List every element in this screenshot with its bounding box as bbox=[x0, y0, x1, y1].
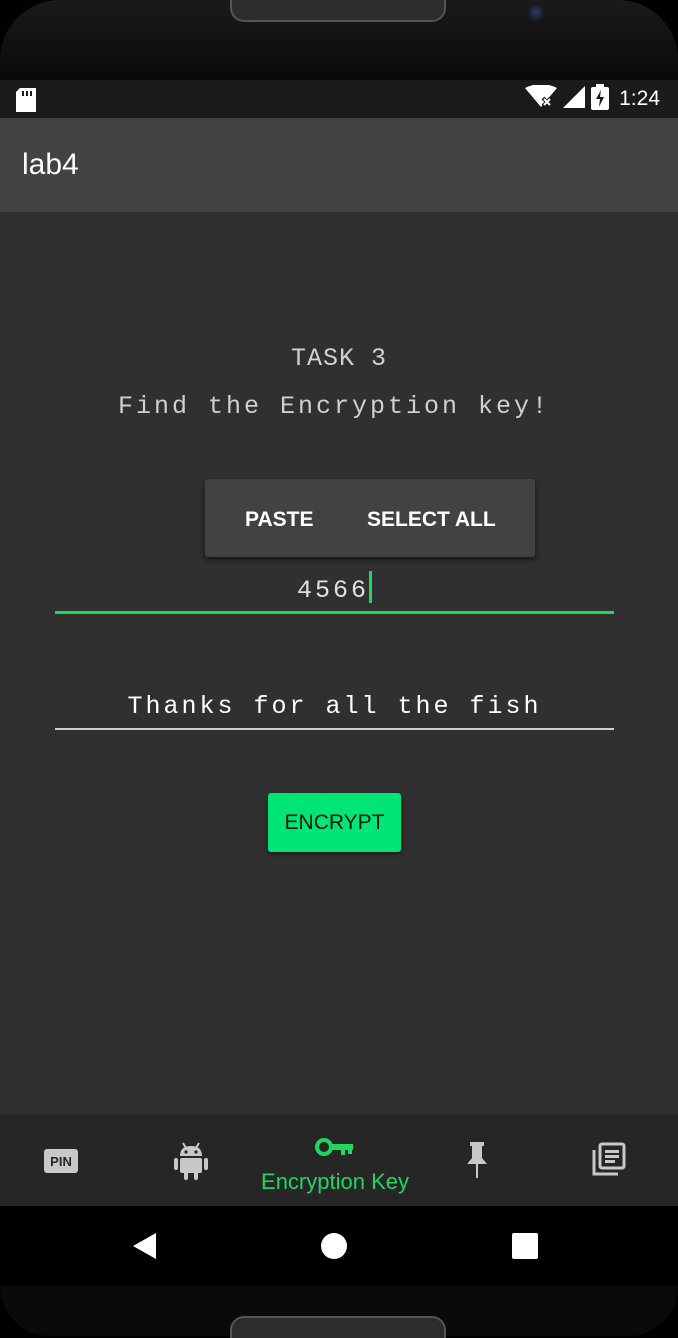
app-bar: lab4 bbox=[0, 118, 678, 212]
android-icon bbox=[174, 1140, 208, 1185]
encrypt-button[interactable]: ENCRYPT bbox=[268, 793, 401, 852]
nav-item-android[interactable] bbox=[130, 1114, 250, 1206]
status-bar: 1:24 bbox=[0, 80, 678, 118]
task-title: TASK 3 bbox=[290, 344, 387, 373]
pin-icon: PIN bbox=[44, 1149, 78, 1178]
home-icon[interactable] bbox=[320, 1232, 348, 1265]
nav-item-encryption-key[interactable]: Encryption Key bbox=[255, 1114, 415, 1206]
encryption-key-value: 4566 bbox=[297, 571, 372, 605]
nav-item-pin[interactable]: PIN bbox=[0, 1114, 120, 1206]
sd-card-icon bbox=[16, 88, 36, 117]
back-icon[interactable] bbox=[132, 1232, 158, 1265]
wifi-off-icon bbox=[525, 83, 558, 114]
message-input[interactable]: Thanks for all the fish bbox=[55, 692, 614, 730]
select-all-menu-item[interactable]: SELECT ALL bbox=[367, 508, 496, 532]
library-books-icon bbox=[592, 1142, 626, 1181]
nav-item-pushpin[interactable] bbox=[430, 1114, 530, 1206]
signal-icon bbox=[563, 85, 586, 113]
recents-icon[interactable] bbox=[512, 1233, 538, 1264]
message-value: Thanks for all the fish bbox=[127, 692, 542, 721]
app-title: lab4 bbox=[22, 148, 79, 181]
text-cursor bbox=[369, 571, 372, 603]
phone-top-bezel bbox=[0, 0, 678, 80]
nav-item-library[interactable] bbox=[550, 1114, 670, 1206]
text-selection-menu: PASTE SELECT ALL bbox=[205, 479, 535, 557]
encryption-key-input[interactable]: 4566 bbox=[55, 567, 614, 614]
status-time: 1:24 bbox=[619, 87, 660, 110]
bottom-navigation: PIN Encryption Key bbox=[0, 1114, 678, 1206]
bottom-speaker bbox=[230, 1316, 446, 1338]
svg-text:PIN: PIN bbox=[50, 1154, 72, 1169]
key-icon bbox=[315, 1136, 353, 1163]
battery-charging-icon bbox=[591, 83, 610, 115]
phone-bottom-bezel bbox=[0, 1286, 678, 1338]
nav-label-encryption-key: Encryption Key bbox=[261, 1169, 409, 1194]
system-navigation-bar bbox=[0, 1206, 678, 1286]
main-content: TASK 3 Find the Encryption key! PASTE SE… bbox=[0, 212, 678, 1114]
earpiece-speaker bbox=[230, 0, 446, 22]
task-subtitle: Find the Encryption key! bbox=[117, 392, 551, 421]
paste-menu-item[interactable]: PASTE bbox=[245, 508, 313, 532]
front-camera bbox=[528, 4, 546, 22]
pushpin-icon bbox=[466, 1142, 488, 1183]
